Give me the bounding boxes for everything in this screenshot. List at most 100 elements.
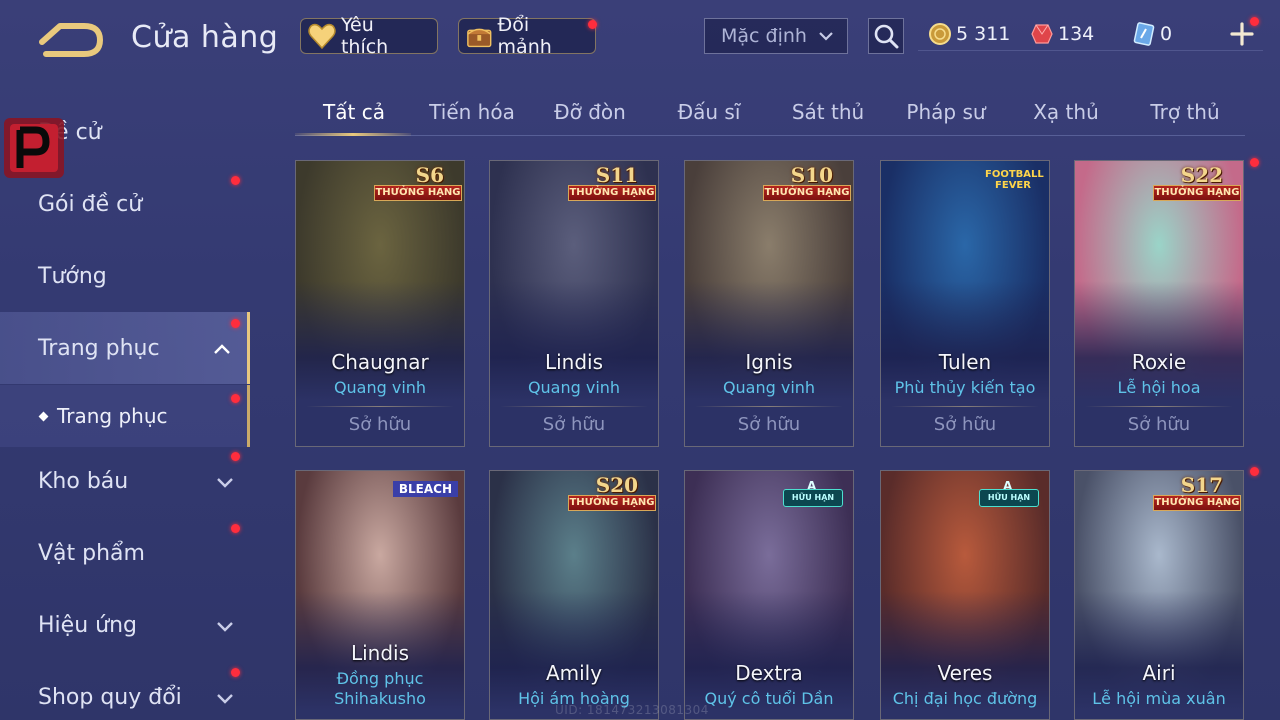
user-id-watermark: UID: 181473213081304 <box>555 703 709 717</box>
active-tab-indicator <box>295 133 411 136</box>
chevron-down-icon <box>819 32 833 41</box>
skin-card-ignis[interactable]: S10 THƯỞNG HẠNG Ignis Quang vinh Sở hữu <box>684 160 854 447</box>
sidebar-subitem-skins[interactable]: Trang phục <box>0 385 250 447</box>
tab-support[interactable]: Trợ thủ <box>1126 100 1244 124</box>
skin-name: Lễ hội mùa xuân <box>1092 689 1226 708</box>
shard-exchange-button[interactable]: Đổi mảnh <box>458 14 596 58</box>
tab-tank[interactable]: Đỡ đòn <box>531 100 649 124</box>
category-tabs: Tất cả Tiến hóa Đỡ đòn Đấu sĩ Sát thủ Ph… <box>295 90 1245 136</box>
sort-dropdown[interactable]: Mặc định <box>704 18 848 54</box>
season-label: S11 <box>595 163 638 187</box>
card-divider <box>891 406 1039 407</box>
skin-card-lindis[interactable]: S11 THƯỞNG HẠNG Lindis Quang vinh Sở hữu <box>489 160 659 447</box>
skin-card-tulen[interactable]: FOOTBALL FEVER Tulen Phù thủy kiến tạo S… <box>880 160 1050 447</box>
favorites-label: Yêu thích <box>340 14 389 58</box>
skin-card-veres[interactable]: A HỮU HẠN Veres Chị đại học đường <box>880 470 1050 720</box>
notification-dot <box>588 20 597 29</box>
owned-status: Sở hữu <box>348 414 412 435</box>
ruby-balance: 134 <box>1030 20 1094 48</box>
rank-reward-ribbon: THƯỞNG HẠNG <box>568 495 656 511</box>
sidebar-item-skins[interactable]: Trang phục <box>0 312 250 384</box>
sidebar-item-exchange-shop[interactable]: Shop quy đổi <box>0 661 250 720</box>
chevron-up-icon <box>214 344 230 354</box>
heart-icon <box>308 23 336 50</box>
treasure-chest-icon <box>467 28 492 48</box>
sidebar-item-treasure[interactable]: Kho báu <box>0 445 250 517</box>
rank-reward-ribbon: THƯỞNG HẠNG <box>374 185 462 201</box>
skin-name: Lễ hội hoa <box>1117 378 1201 397</box>
season-label: S6 <box>415 163 444 187</box>
skin-name: Quang vinh <box>333 378 427 397</box>
search-icon <box>874 24 899 49</box>
season-label: S10 <box>790 163 833 187</box>
hero-name: Tulen <box>938 350 992 374</box>
skin-card-airi[interactable]: S17 THƯỞNG HẠNG Airi Lễ hội mùa xuân <box>1074 470 1244 720</box>
tab-evolution[interactable]: Tiến hóa <box>413 100 531 124</box>
sidebar-item-label: Vật phẩm <box>38 540 145 566</box>
hero-name: Lindis <box>544 350 604 374</box>
sidebar-item-effects[interactable]: Hiệu ứng <box>0 589 250 661</box>
season-badge: S11 THƯỞNG HẠNG <box>564 163 656 203</box>
skin-name: Phù thủy kiến tạo <box>894 378 1036 397</box>
app-logo-icon <box>4 118 64 178</box>
skin-card-lindis-bleach[interactable]: BLEACH Lindis Đồng phục Shihakusho <box>295 470 465 720</box>
sidebar: Đề cử Gói đề cử Tướng Trang phục Trang p… <box>0 90 252 720</box>
season-badge: S20 THƯỞNG HẠNG <box>564 473 656 513</box>
tab-all[interactable]: Tất cả <box>295 100 413 124</box>
notification-dot <box>231 452 240 461</box>
card-divider <box>695 406 843 407</box>
limited-label: HỮU HẠN <box>783 489 843 507</box>
skin-card-amily[interactable]: S20 THƯỞNG HẠNG Amily Hội ám hoàng <box>489 470 659 720</box>
hero-name: Veres <box>937 661 993 685</box>
sidebar-item-label: Trang phục <box>38 335 160 361</box>
collab-badge: FOOTBALL FEVER <box>985 169 1044 191</box>
gold-balance: 5 311 <box>928 20 1010 48</box>
page-title: Cửa hàng <box>131 20 279 55</box>
search-button[interactable] <box>868 18 904 54</box>
card-value: 0 <box>1160 23 1173 45</box>
skin-card-chaugnar[interactable]: S6 THƯỞNG HẠNG Chaugnar Quang vinh Sở hữu <box>295 160 465 447</box>
limited-badge: A HỮU HẠN <box>783 479 843 509</box>
skin-name: Chị đại học đường <box>892 689 1038 708</box>
card-divider <box>500 406 648 407</box>
season-label: S17 <box>1180 473 1223 497</box>
hero-name: Chaugnar <box>331 350 429 374</box>
tab-assassin[interactable]: Sát thủ <box>769 100 887 124</box>
rank-reward-ribbon: THƯỞNG HẠNG <box>568 185 656 201</box>
tab-mage[interactable]: Pháp sư <box>887 100 1005 124</box>
sidebar-subitem-label: Trang phục <box>57 404 168 428</box>
notification-dot <box>231 524 240 533</box>
skin-card-dextra[interactable]: A HỮU HẠN Dextra Quý cô tuổi Dần <box>684 470 854 720</box>
back-arrow-icon[interactable] <box>38 22 104 58</box>
sidebar-item-heroes[interactable]: Tướng <box>0 240 250 312</box>
diamond-bullet-icon <box>38 411 49 421</box>
rank-reward-ribbon: THƯỞNG HẠNG <box>1153 495 1241 511</box>
notification-dot <box>231 394 240 403</box>
rank-reward-ribbon: THƯỞNG HẠNG <box>763 185 851 201</box>
skin-name: Quý cô tuổi Dần <box>704 689 834 708</box>
currency-divider <box>918 50 1263 51</box>
season-badge: S17 THƯỞNG HẠNG <box>1149 473 1241 513</box>
sidebar-item-label: Hiệu ứng <box>38 612 137 638</box>
notification-dot <box>1250 17 1259 26</box>
hero-name: Amily <box>545 661 603 685</box>
owned-status: Sở hữu <box>1127 414 1191 435</box>
owned-status: Sở hữu <box>933 414 997 435</box>
tab-marksman[interactable]: Xạ thủ <box>1007 100 1125 124</box>
sidebar-item-items[interactable]: Vật phẩm <box>0 517 250 589</box>
notification-dot <box>1250 467 1259 476</box>
sidebar-item-label: Shop quy đổi <box>38 684 182 710</box>
top-bar: Cửa hàng Yêu thích Đổi mảnh Mặc định 5 3… <box>0 0 1280 76</box>
skin-name: Quang vinh <box>722 378 816 397</box>
notification-dot <box>231 176 240 185</box>
owned-status: Sở hữu <box>542 414 606 435</box>
voucher-card-icon <box>1133 22 1155 46</box>
ruby-value: 134 <box>1058 23 1095 45</box>
skin-card-roxie[interactable]: S22 THƯỞNG HẠNG Roxie Lễ hội hoa Sở hữu <box>1074 160 1244 447</box>
limited-label: HỮU HẠN <box>979 489 1039 507</box>
season-badge: S22 THƯỞNG HẠNG <box>1149 163 1241 203</box>
tab-fighter[interactable]: Đấu sĩ <box>650 100 768 124</box>
favorites-button[interactable]: Yêu thích <box>300 14 438 58</box>
sort-selected-value: Mặc định <box>721 25 807 47</box>
limited-badge: A HỮU HẠN <box>979 479 1039 509</box>
